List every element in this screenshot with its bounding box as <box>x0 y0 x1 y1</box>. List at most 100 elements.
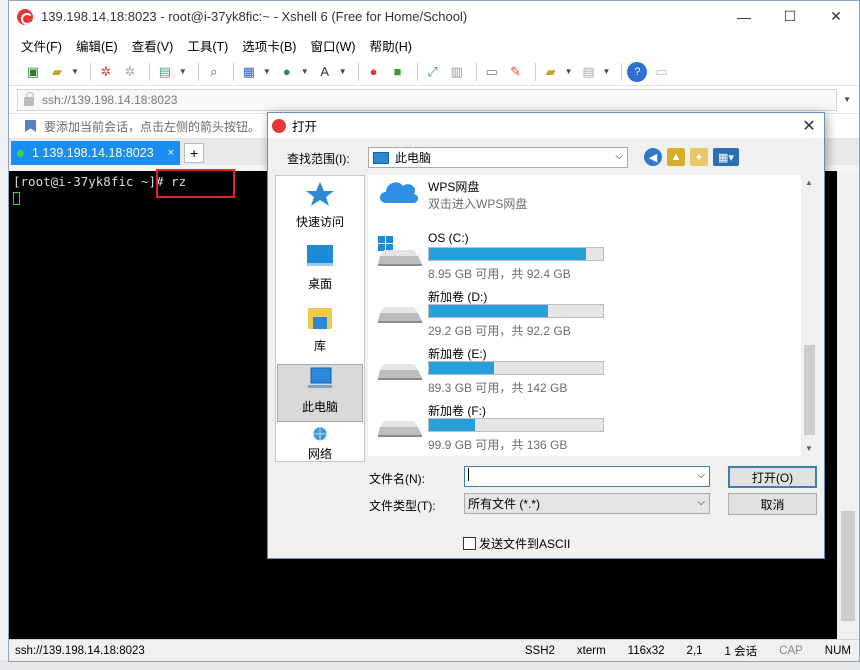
status-protocol: SSH2 <box>524 644 555 657</box>
chevron-down-icon[interactable]: ▼ <box>565 67 573 76</box>
chevron-down-icon[interactable]: ▼ <box>179 67 187 76</box>
reconnect-icon[interactable]: ✲ <box>96 62 116 82</box>
menu-tabs[interactable]: 选项卡(B) <box>242 36 296 55</box>
file-list[interactable]: WPS网盘 双击进入WPS网盘 OS (C:) 8.95 GB 可用，共 92.… <box>368 175 818 456</box>
scroll-up-icon[interactable]: ▲ <box>805 178 813 187</box>
font-icon[interactable]: A <box>315 62 335 82</box>
tab-label: 1 139.198.14.18:8023 <box>32 146 154 160</box>
place-library[interactable]: 库 <box>277 302 363 360</box>
title-bar: 139.198.14.18:8023 - root@i-37yk8fic:~ -… <box>9 1 859 32</box>
list-item-wps[interactable]: WPS网盘 双击进入WPS网盘 <box>376 175 796 230</box>
place-this-pc[interactable]: 此电脑 <box>277 364 363 422</box>
drive-space: 29.2 GB 可用，共 92.2 GB <box>428 324 571 338</box>
drive-icon <box>378 421 422 437</box>
tab-close-button[interactable]: × <box>168 147 174 159</box>
toolbar-separator <box>534 62 536 81</box>
menu-help[interactable]: 帮助(H) <box>370 36 412 55</box>
chevron-down-icon[interactable]: ▼ <box>301 67 309 76</box>
globe-icon[interactable]: ● <box>277 62 297 82</box>
lock-icon[interactable]: ▥ <box>447 62 467 82</box>
filetype-value: 所有文件 (*.*) <box>468 497 541 511</box>
xftp-icon[interactable]: ■ <box>388 62 408 82</box>
filetype-select[interactable]: 所有文件 (*.*) ⌵ <box>464 493 710 514</box>
scrollbar-thumb[interactable] <box>841 511 855 621</box>
new-tab-button[interactable]: + <box>184 143 205 163</box>
dialog-close-button[interactable]: ✕ <box>794 116 824 136</box>
windows-drive-icon <box>378 236 422 266</box>
layout-icon[interactable]: ▦ <box>239 62 259 82</box>
menu-edit[interactable]: 编辑(E) <box>76 36 118 55</box>
view-menu-icon[interactable]: ▦▾ <box>713 148 739 166</box>
place-label: 桌面 <box>307 277 332 291</box>
status-pos: 2,1 <box>686 644 703 657</box>
highlight-icon[interactable]: ✎ <box>506 62 526 82</box>
ascii-checkbox[interactable] <box>463 537 476 550</box>
bookmark-icon[interactable] <box>25 120 36 132</box>
scroll-down-icon[interactable]: ▼ <box>805 444 813 453</box>
properties-icon[interactable]: ▤ <box>155 62 175 82</box>
menu-file[interactable]: 文件(F) <box>21 36 62 55</box>
list-item-drive-d[interactable]: 新加卷 (D:) 29.2 GB 可用，共 92.2 GB <box>376 285 796 340</box>
close-button[interactable]: ✕ <box>813 1 859 32</box>
ascii-option[interactable]: 发送文件到ASCII <box>463 535 570 552</box>
chevron-down-icon[interactable]: ▼ <box>339 67 347 76</box>
toolbar-separator <box>232 62 234 81</box>
toolbar-separator <box>475 62 477 81</box>
help-icon[interactable]: ? <box>627 61 648 82</box>
xshell-icon[interactable]: ● <box>364 62 384 82</box>
chevron-down-icon[interactable]: ▼ <box>843 95 851 104</box>
chat-icon[interactable]: ▭ <box>651 62 671 82</box>
find-icon[interactable]: ⌕ <box>204 62 224 82</box>
address-bar: ssh://139.198.14.18:8023 ▼ <box>9 86 859 114</box>
menu-tools[interactable]: 工具(T) <box>187 36 228 55</box>
drive-usage-bar <box>428 304 604 318</box>
look-in-select[interactable]: 此电脑 ⌵ <box>368 147 628 168</box>
place-quick-access[interactable]: 快速访问 <box>277 178 363 236</box>
maximize-button[interactable]: ☐ <box>767 1 813 32</box>
new-session-icon[interactable]: ▣ <box>23 62 43 82</box>
keyboard-icon[interactable]: ▭ <box>482 62 502 82</box>
drive-usage-fill <box>429 305 548 317</box>
disconnect-icon[interactable]: ✲ <box>120 62 140 82</box>
open-button[interactable]: 打开(O) <box>728 466 817 488</box>
list-item-drive-f[interactable]: 新加卷 (F:) 99.9 GB 可用，共 136 GB <box>376 399 796 454</box>
place-label: 库 <box>313 339 326 353</box>
minimize-button[interactable]: — <box>721 1 767 32</box>
chevron-down-icon[interactable]: ⌵ <box>697 470 705 481</box>
new-folder-icon[interactable]: ✦ <box>690 148 708 166</box>
open-folder-icon[interactable]: ▰ <box>47 62 67 82</box>
look-in-row: 查找范围(I): 此电脑 ⌵ ◀ ▲ ✦ ▦▾ <box>268 146 824 168</box>
place-network[interactable]: 网络 <box>277 426 363 462</box>
chevron-down-icon[interactable]: ▼ <box>263 67 271 76</box>
menu-view[interactable]: 查看(V) <box>132 36 174 55</box>
library-icon <box>308 308 332 329</box>
add-tab-icon[interactable]: ▰ <box>541 62 561 82</box>
place-label: 快速访问 <box>295 215 344 229</box>
cancel-button[interactable]: 取消 <box>728 493 817 515</box>
computer-icon <box>308 367 332 388</box>
back-icon[interactable]: ◀ <box>644 148 662 166</box>
chevron-down-icon[interactable]: ▼ <box>71 67 79 76</box>
list-item-drive-c[interactable]: OS (C:) 8.95 GB 可用，共 92.4 GB <box>376 228 796 283</box>
list-item-drive-e[interactable]: 新加卷 (E:) 89.3 GB 可用，共 142 GB <box>376 342 796 397</box>
menu-window[interactable]: 窗口(W) <box>310 36 355 55</box>
dialog-title-bar: 打开 ✕ <box>268 113 824 138</box>
drive-space: 8.95 GB 可用，共 92.4 GB <box>428 267 571 281</box>
chevron-down-icon[interactable]: ▼ <box>603 67 611 76</box>
up-folder-icon[interactable]: ▲ <box>667 148 685 166</box>
scrollbar-thumb[interactable] <box>804 345 815 435</box>
chevron-down-icon: ⌵ <box>697 497 705 508</box>
address-input[interactable]: ssh://139.198.14.18:8023 <box>17 88 838 111</box>
look-in-value: 此电脑 <box>395 151 432 165</box>
tab-session-1[interactable]: 1 139.198.14.18:8023 × <box>11 141 181 165</box>
place-desktop[interactable]: 桌面 <box>277 240 363 298</box>
terminal-scrollbar[interactable] <box>837 171 859 639</box>
tile-icon[interactable]: ▤ <box>579 62 599 82</box>
filename-label: 文件名(N): <box>369 472 425 486</box>
file-list-scrollbar[interactable]: ▲ ▼ <box>801 175 818 456</box>
drive-space: 99.9 GB 可用，共 136 GB <box>428 438 568 452</box>
filename-input[interactable]: ⌵ <box>464 466 710 487</box>
xshell-logo-icon <box>17 8 33 25</box>
fullscreen-icon[interactable]: ⤢ <box>423 62 443 82</box>
toolbar-separator <box>357 62 359 81</box>
